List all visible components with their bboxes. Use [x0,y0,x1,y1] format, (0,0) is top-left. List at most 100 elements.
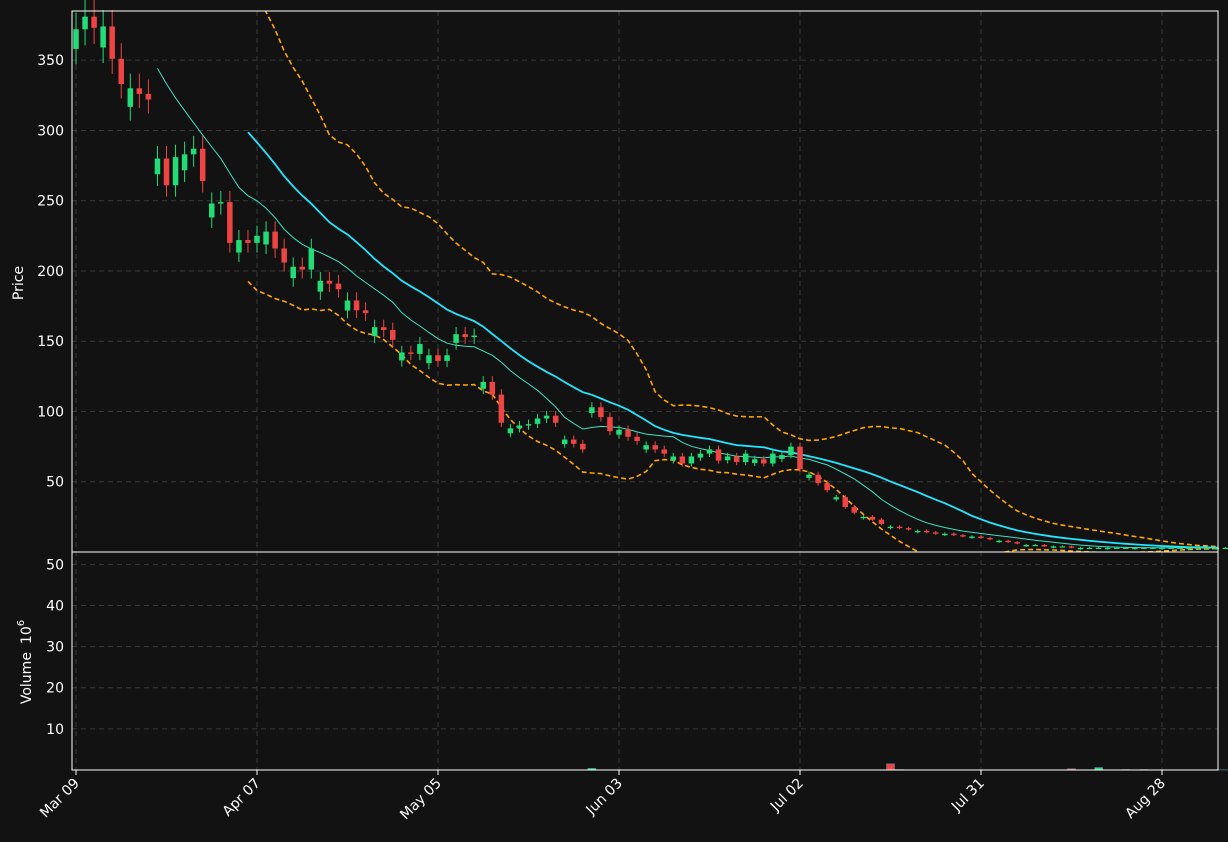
candle-body [254,235,260,243]
candle-body [73,29,79,49]
candle-body [371,327,378,337]
volume-axis-label: Volume 106 [16,620,35,704]
volume-tick-label: 10 [46,722,64,738]
candle-body [435,355,441,361]
candle-body [525,424,532,426]
candle-body [480,381,486,389]
volume-tick-label: 40 [46,598,64,614]
candle-body [1177,547,1183,549]
volume-tick-label: 20 [46,681,64,697]
candle-body [507,428,514,434]
candle-body [806,474,812,478]
candle-body [1114,547,1120,549]
x-tick-label: Jul 02 [767,776,807,816]
volume-tick-label: 30 [46,640,64,656]
candle-body [127,88,134,107]
candle-body [444,355,450,361]
candle-body [1005,540,1011,543]
fast-ma-line [156,68,1218,549]
candle-body [634,436,640,441]
candle-body [227,202,233,243]
candle-body [1186,547,1192,550]
tick-labels: 50 100 150 200 250 300 350 10 20 30 40 50 Mar 09 Apr … [37,53,1169,823]
candle-body [969,536,975,538]
price-tick-label: 50 [46,475,64,491]
candle-body [471,335,477,338]
candle-body [625,429,631,437]
candle-body [308,248,315,270]
candle-body [199,148,206,182]
candle-body [987,537,993,540]
price-tick-label: 300 [37,123,64,139]
candle-body [417,344,423,354]
candle-body [82,16,88,30]
candle-body [878,519,885,524]
candle-body [317,280,324,292]
candle-body [1141,547,1147,549]
candle-body [933,532,939,534]
price-tick-label: 200 [37,264,64,280]
candle-body [1222,547,1228,549]
candle-body [1123,547,1129,549]
x-tick-label: Jun 03 [583,776,626,819]
candle-body [589,407,595,414]
candle-body [344,300,351,311]
candle-body [715,449,722,461]
candle-body [218,202,224,204]
candle-body [571,439,577,444]
moving-averages [156,68,1218,549]
volume-axis-label-exponent: 6 [16,620,27,626]
x-tick-label: May 05 [397,776,445,824]
upper-band-line [264,11,1218,548]
axes [71,10,1219,771]
candle-body [1050,546,1057,548]
candle-body [643,445,649,450]
candle-body [1032,544,1039,547]
candle-body [1014,542,1020,544]
lower-band-line [247,280,1218,552]
stock-chart: 50 100 150 200 250 300 350 10 20 30 40 50 Mar 09 Apr … [11,0,1228,823]
candle-body [380,327,387,330]
candle-body [607,417,613,432]
candle-body [190,148,197,155]
candle-body [996,540,1002,543]
candle-body [489,381,496,395]
candle-body [1086,547,1093,549]
candle-body [1068,546,1075,548]
volume-bar [886,763,895,771]
volume-bars [71,763,1228,771]
candle-body [869,516,876,520]
candle-body [1159,547,1165,550]
candle-body [1023,544,1029,547]
volume-panel-frame [71,551,1219,771]
candle-body [1077,547,1084,550]
candle-body [181,154,188,171]
candle-body [453,334,459,343]
candle-body [163,158,170,186]
candle-body [951,533,957,536]
candle-body [1204,547,1210,549]
price-tick-label: 250 [37,194,64,210]
price-tick-label: 150 [37,334,64,350]
candle-body [742,453,749,463]
candle-body [299,266,305,270]
candle-body [236,240,242,253]
candle-body [263,231,269,245]
candle-body [145,93,152,100]
candle-body [109,26,115,59]
candle-body [326,280,333,284]
candle-body [616,429,622,435]
candle-body [905,528,912,530]
candle-body [281,248,287,263]
candle-body [290,266,296,279]
candle-body [978,536,984,538]
candle-body [652,445,658,450]
candle-body [335,283,342,290]
candle-body [1041,544,1048,547]
candle-body [136,88,143,94]
candle-body [1195,547,1201,549]
candle-body [1104,547,1111,550]
price-panel-frame [71,10,1219,553]
candle-body [100,26,106,48]
candle-body [706,449,713,454]
